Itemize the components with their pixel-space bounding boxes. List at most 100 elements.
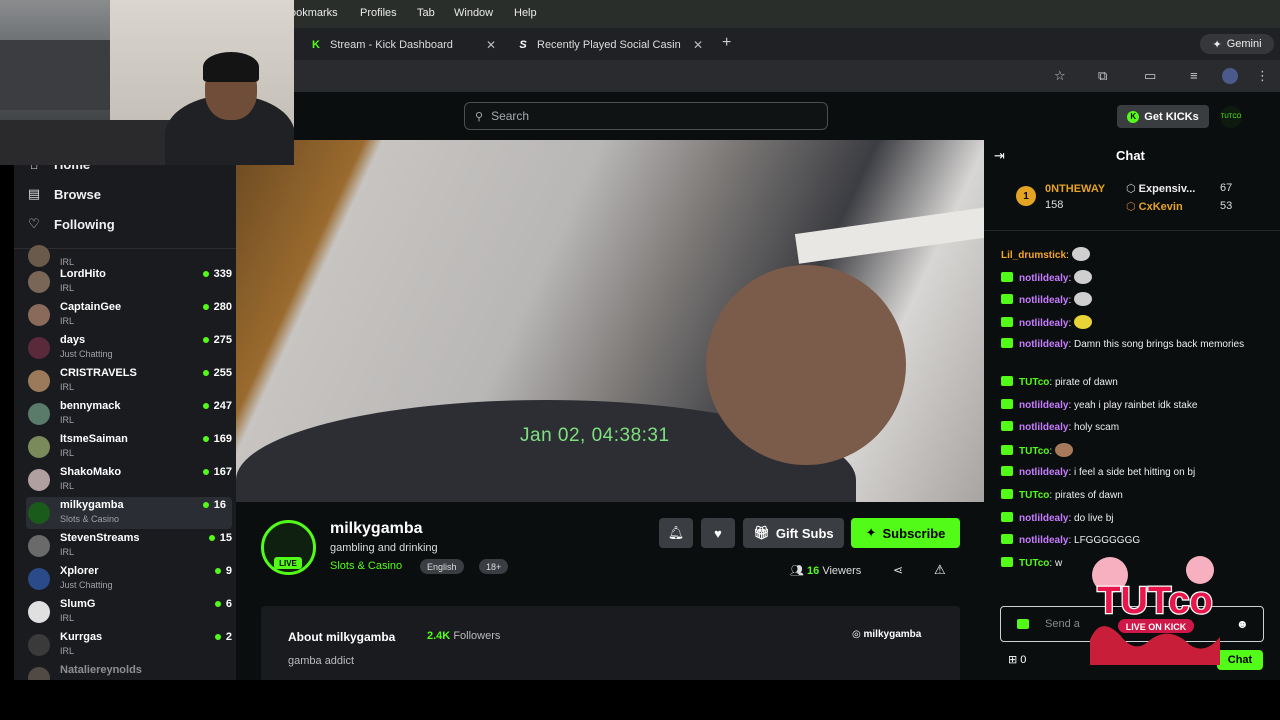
chat-username[interactable]: TUTco bbox=[1019, 446, 1049, 457]
instagram-link[interactable]: ◎ milkygamba bbox=[852, 629, 921, 640]
tab-kick-dashboard[interactable]: K Stream - Kick Dashboard ✕ bbox=[310, 32, 500, 58]
menu-bookmarks[interactable]: ookmarks bbox=[290, 7, 338, 19]
gemini-button[interactable]: ✦ Gemini bbox=[1200, 34, 1274, 54]
viewer-count: 247 bbox=[202, 400, 232, 412]
collapse-chat-icon[interactable]: ⇥ bbox=[994, 148, 1005, 164]
chat-username[interactable]: Lil_drumstick bbox=[1001, 250, 1066, 261]
profile-avatar[interactable] bbox=[1222, 68, 1238, 84]
follow-button[interactable]: ♥ bbox=[701, 518, 735, 548]
live-dot-icon bbox=[202, 469, 209, 476]
sidebar-nav-browse[interactable]: ▤ Browse bbox=[14, 180, 236, 208]
channel-category: IRL bbox=[60, 382, 75, 392]
chat-username[interactable]: TUTco bbox=[1019, 490, 1049, 501]
emoji-icon[interactable]: ☻ bbox=[1236, 617, 1249, 631]
channel-name: milkygamba bbox=[60, 499, 124, 511]
emote-icon bbox=[1071, 247, 1090, 261]
sidebar-channel-bennymack[interactable]: bennymack IRL 247 bbox=[26, 398, 232, 430]
extensions-icon[interactable]: ⧉ bbox=[1098, 68, 1107, 84]
stream-category-link[interactable]: Slots & Casino bbox=[330, 560, 402, 572]
channel-points[interactable]: ⊞ 0 bbox=[1008, 653, 1026, 666]
close-icon[interactable]: ✕ bbox=[693, 38, 703, 52]
sidebar-channel-kurrgas[interactable]: Kurrgas IRL 2 bbox=[26, 629, 232, 661]
bookmark-star-icon[interactable]: ☆ bbox=[1054, 68, 1066, 84]
stake-icon: S bbox=[519, 39, 527, 51]
sub-badge-icon bbox=[1001, 445, 1013, 455]
live-label: LIVE bbox=[279, 558, 297, 568]
sidebar-channel-captaingee[interactable]: CaptainGee IRL 280 bbox=[26, 299, 232, 331]
sidebar-channel-milkygamba[interactable]: milkygamba Slots & Casino 16 bbox=[26, 497, 232, 529]
tab-social-casino[interactable]: S Recently Played Social Casin ✕ bbox=[517, 32, 707, 58]
live-dot-icon bbox=[202, 370, 209, 377]
avatar bbox=[28, 667, 50, 680]
viewer-count: 255 bbox=[202, 367, 232, 379]
chat-username[interactable]: notlildealy bbox=[1019, 273, 1068, 284]
viewer-count-value: 167 bbox=[213, 466, 232, 478]
sidebar-channel-itsmesaiman[interactable]: ItsmeSaiman IRL 169 bbox=[26, 431, 232, 463]
notification-bell-button[interactable]: 🔔︎ bbox=[659, 518, 693, 548]
avatar bbox=[28, 245, 50, 267]
user-avatar[interactable]: TUTCO bbox=[1220, 106, 1242, 128]
chat-message: notlildealy: i feel a side bet hitting o… bbox=[1001, 465, 1271, 480]
search-input[interactable]: ⚲ Search bbox=[464, 102, 828, 130]
chat-username[interactable]: TUTco bbox=[1019, 377, 1049, 388]
avatar bbox=[28, 271, 50, 293]
live-dot-icon bbox=[202, 337, 209, 344]
chat-username[interactable]: notlildealy bbox=[1019, 318, 1068, 329]
viewer-count: 9 bbox=[214, 565, 232, 577]
close-icon[interactable]: ✕ bbox=[486, 38, 496, 52]
menu-tab[interactable]: Tab bbox=[417, 7, 435, 19]
chat-username[interactable]: notlildealy bbox=[1019, 467, 1068, 478]
star-icon: ✦ bbox=[865, 525, 877, 540]
leaderboard-name[interactable]: ⬡ CxKevin bbox=[1126, 200, 1183, 213]
tutco-logo: TUTco LIVE ON KICK bbox=[1090, 556, 1220, 665]
viewer-count: 339 bbox=[202, 268, 232, 280]
share-icon[interactable]: ⋖ bbox=[893, 563, 903, 577]
channel-name[interactable]: milkygamba bbox=[330, 520, 422, 538]
menu-help[interactable]: Help bbox=[514, 7, 537, 19]
sub-badge-icon bbox=[1001, 534, 1013, 544]
get-kicks-button[interactable]: K Get KICKs bbox=[1117, 105, 1209, 128]
tag-mature[interactable]: 18+ bbox=[479, 559, 509, 574]
followers-number: 2.4K bbox=[427, 630, 451, 642]
sidebar-channel-lordhito[interactable]: LordHito IRL 339 bbox=[26, 266, 232, 298]
gift-subs-button[interactable]: 🎁︎ Gift Subs bbox=[743, 518, 844, 548]
chat-username[interactable]: TUTco bbox=[1019, 558, 1049, 569]
cast-icon[interactable]: ▭ bbox=[1144, 68, 1156, 84]
viewer-count-value: 280 bbox=[213, 301, 232, 313]
sidebar-channel-stevenstreams[interactable]: StevenStreams IRL 15 bbox=[26, 530, 232, 562]
subscribe-button[interactable]: ✦ Subscribe bbox=[851, 518, 960, 548]
divider bbox=[984, 230, 1280, 231]
chat-username[interactable]: notlildealy bbox=[1019, 295, 1068, 306]
more-menu-icon[interactable]: ⋮ bbox=[1256, 68, 1269, 84]
chat-username[interactable]: notlildealy bbox=[1019, 339, 1068, 350]
sidebar-channel-slumg[interactable]: SlumG IRL 6 bbox=[26, 596, 232, 628]
gift-subs-label: Gift Subs bbox=[775, 525, 834, 541]
chat-text: holy scam bbox=[1074, 422, 1120, 433]
chat-username[interactable]: notlildealy bbox=[1019, 513, 1068, 524]
viewer-count-value: 169 bbox=[213, 433, 232, 445]
chat-username[interactable]: notlildealy bbox=[1019, 422, 1068, 433]
new-tab-icon[interactable]: + bbox=[722, 34, 731, 52]
leaderboard-name[interactable]: 0NTHEWAY bbox=[1045, 183, 1105, 195]
sidebar-channel-xplorer[interactable]: Xplorer Just Chatting 9 bbox=[26, 563, 232, 595]
sub-badge-icon bbox=[1001, 466, 1013, 476]
avatar bbox=[28, 535, 50, 557]
video-player[interactable] bbox=[236, 140, 984, 502]
sidebar-nav-following[interactable]: ♡ Following bbox=[14, 210, 236, 238]
chat-username[interactable]: notlildealy bbox=[1019, 400, 1068, 411]
menu-profiles[interactable]: Profiles bbox=[360, 7, 397, 19]
media-icon[interactable]: ≡ bbox=[1190, 68, 1198, 83]
menu-window[interactable]: Window bbox=[454, 7, 493, 19]
sidebar-channel-days[interactable]: days Just Chatting 275 bbox=[26, 332, 232, 364]
channel-category: IRL bbox=[60, 613, 75, 623]
leaderboard-name[interactable]: ⬡ Expensiv... bbox=[1126, 182, 1195, 195]
sidebar-channel-shakomako[interactable]: ShakoMako IRL 167 bbox=[26, 464, 232, 496]
report-icon[interactable]: ⚠ bbox=[934, 562, 946, 578]
emote-icon bbox=[1074, 315, 1093, 329]
sidebar-channel-cristravels[interactable]: CRISTRAVELS IRL 255 bbox=[26, 365, 232, 397]
sidebar-channel-nataliereynolds[interactable]: Nataliereynolds bbox=[26, 662, 232, 680]
get-kicks-label: Get KICKs bbox=[1144, 110, 1199, 123]
chat-username[interactable]: notlildealy bbox=[1019, 535, 1068, 546]
viewer-count-value: 247 bbox=[213, 400, 232, 412]
tag-language[interactable]: English bbox=[420, 559, 464, 574]
